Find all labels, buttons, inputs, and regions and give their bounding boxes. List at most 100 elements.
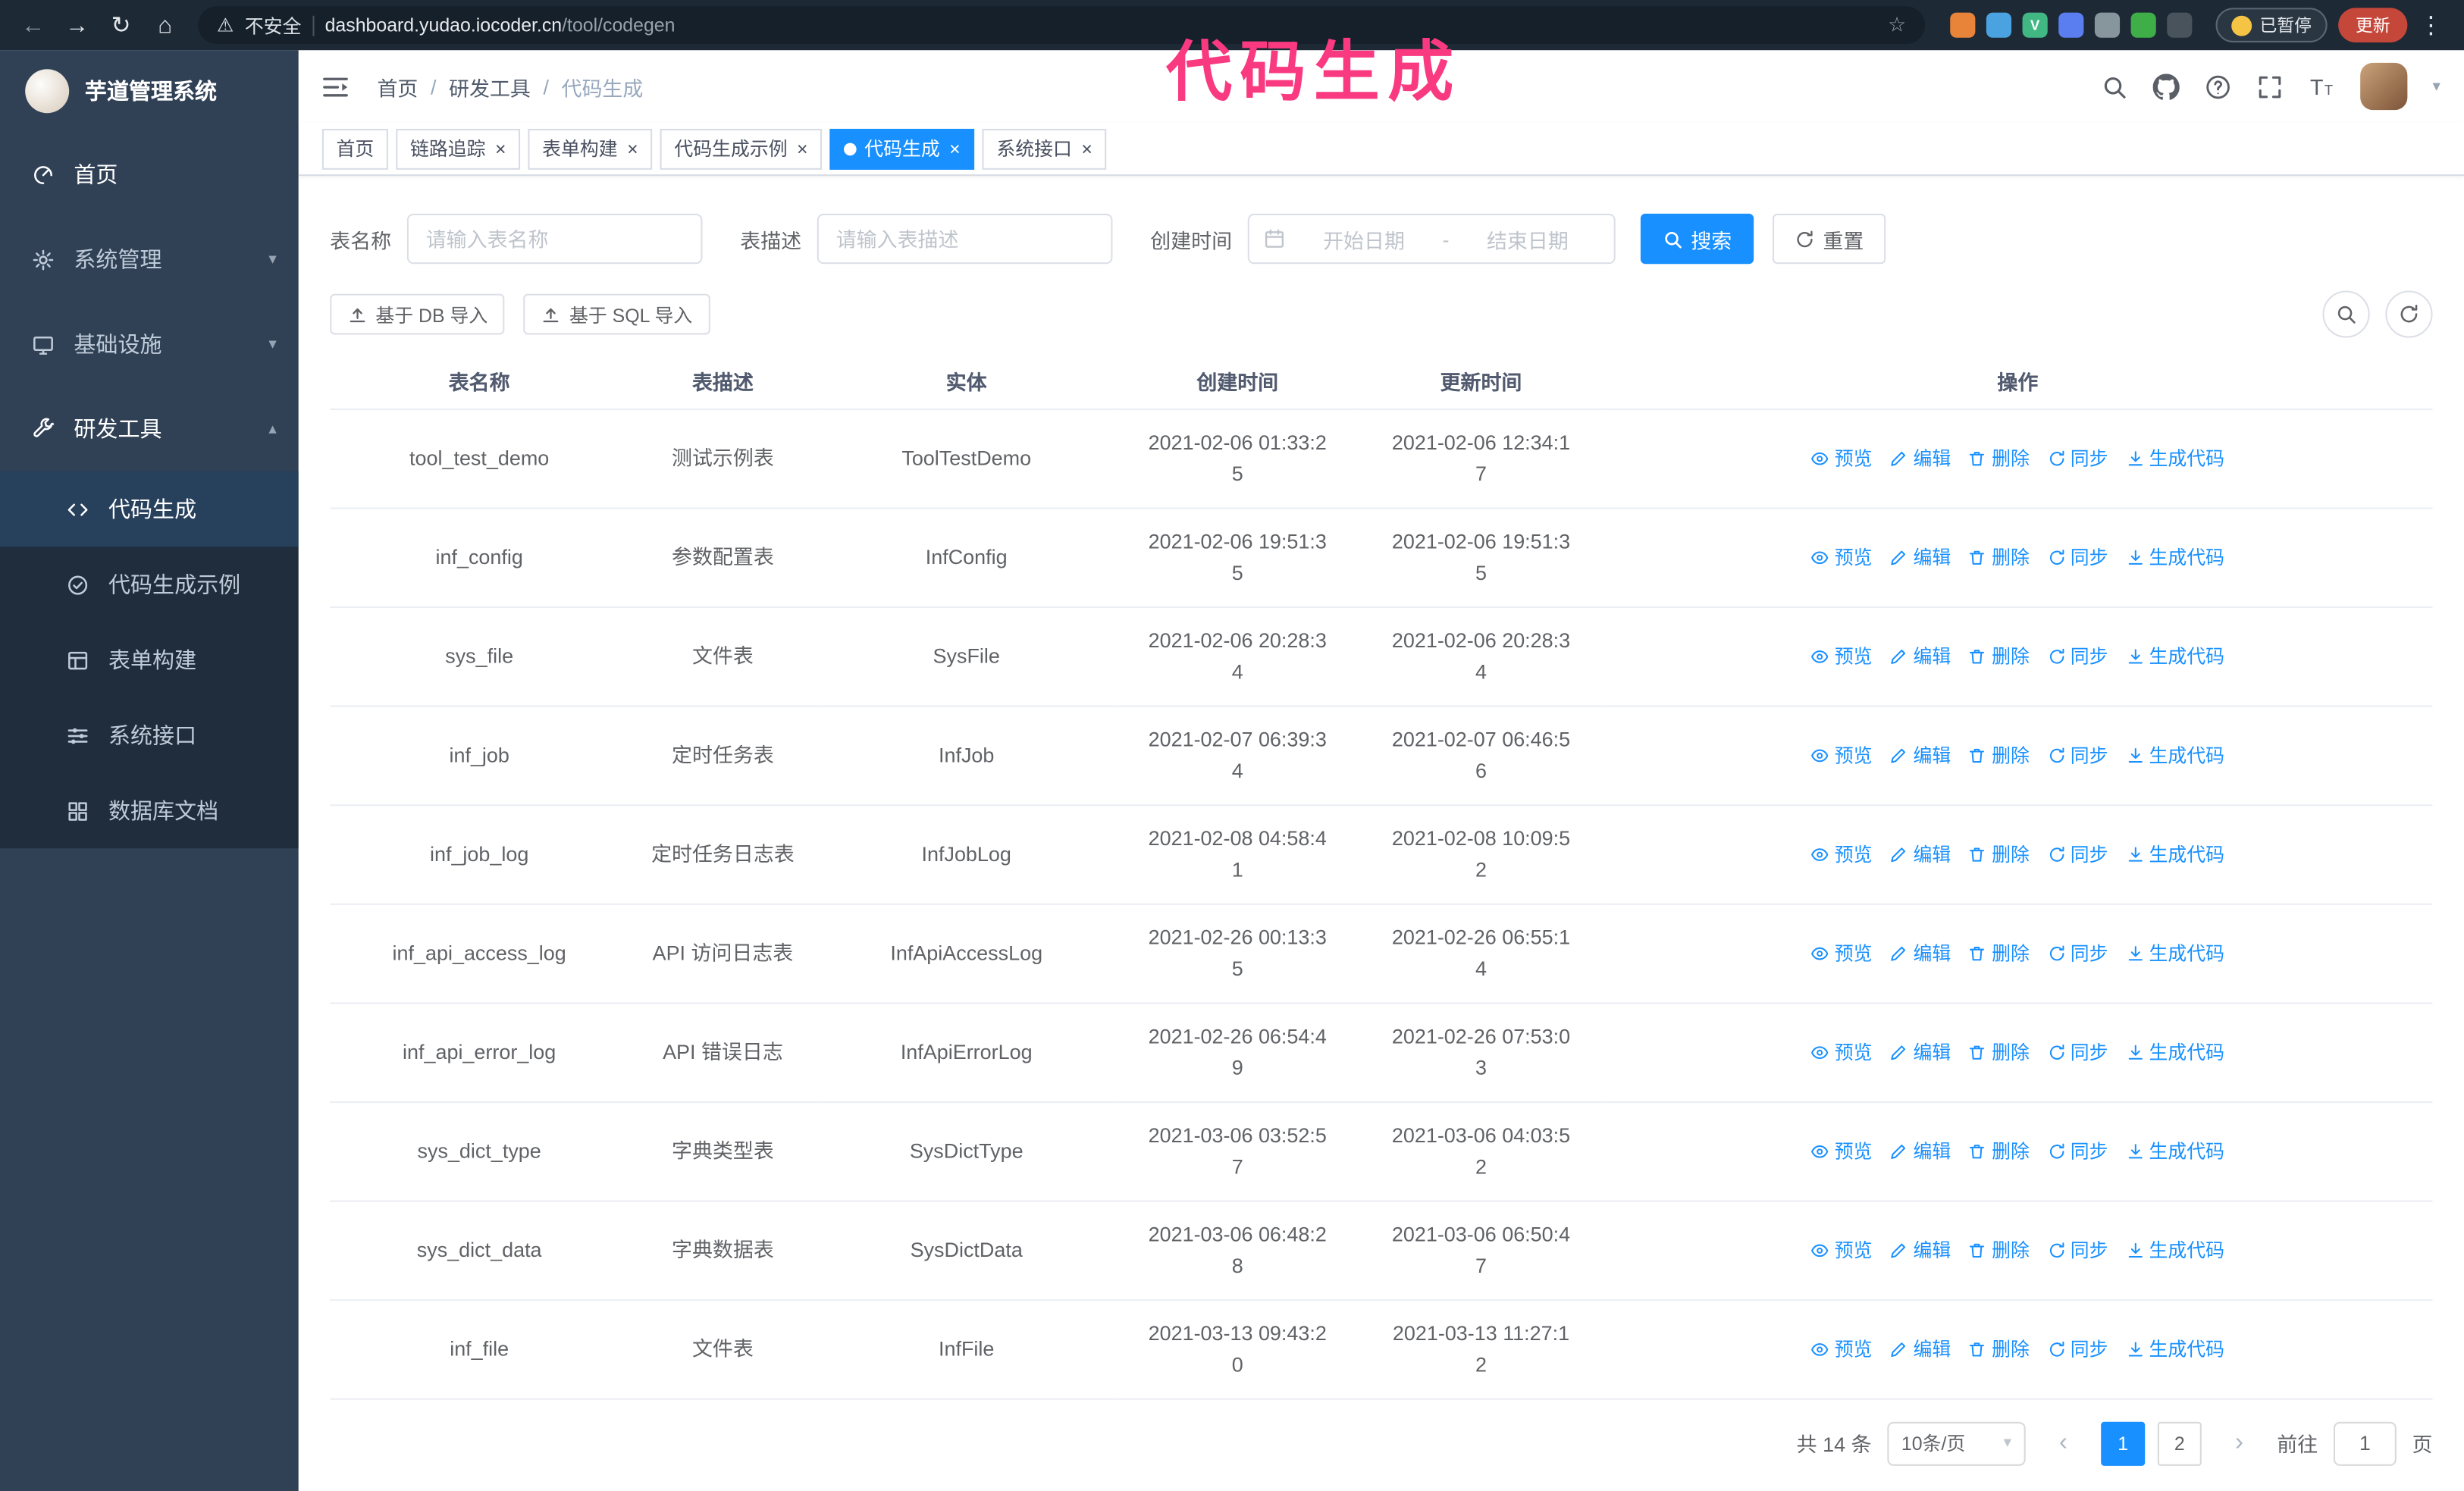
action-generate-link[interactable]: 生成代码 xyxy=(2125,739,2224,770)
toggle-search-button[interactable] xyxy=(2322,290,2370,338)
action-generate-link[interactable]: 生成代码 xyxy=(2125,1135,2224,1167)
action-generate-link[interactable]: 生成代码 xyxy=(2125,838,2224,869)
import-sql-button[interactable]: 基于 SQL 导入 xyxy=(523,293,710,335)
action-sync-link[interactable]: 同步 xyxy=(2047,1036,2108,1067)
action-sync-link[interactable]: 同步 xyxy=(2047,1333,2108,1364)
end-date-input[interactable]: 结束日期 xyxy=(1456,224,1600,253)
sidebar-subitem-api[interactable]: 系统接口 xyxy=(0,697,299,772)
extension-leaf-icon[interactable] xyxy=(2130,12,2156,38)
action-delete-link[interactable]: 删除 xyxy=(1968,541,2030,572)
action-preview-link[interactable]: 预览 xyxy=(1811,1333,1873,1364)
action-generate-link[interactable]: 生成代码 xyxy=(2125,541,2224,572)
browser-forward-icon[interactable]: → xyxy=(57,5,98,45)
extension-orange-icon[interactable] xyxy=(1950,12,1976,38)
action-edit-link[interactable]: 编辑 xyxy=(1889,838,1951,869)
page-size-select[interactable]: 10条/页 ▾ xyxy=(1887,1421,2026,1465)
action-delete-link[interactable]: 删除 xyxy=(1968,442,2030,473)
action-generate-link[interactable]: 生成代码 xyxy=(2125,641,2224,672)
action-sync-link[interactable]: 同步 xyxy=(2047,442,2108,473)
close-icon[interactable]: × xyxy=(1081,139,1092,158)
table-name-input[interactable] xyxy=(406,213,703,265)
action-delete-link[interactable]: 删除 xyxy=(1968,1135,2030,1167)
font-size-icon[interactable]: TT xyxy=(2309,73,2335,99)
action-edit-link[interactable]: 编辑 xyxy=(1889,1135,1951,1167)
action-delete-link[interactable]: 删除 xyxy=(1968,838,2030,869)
tab-home[interactable]: 首页 xyxy=(321,127,388,169)
action-delete-link[interactable]: 删除 xyxy=(1968,1234,2030,1265)
browser-back-icon[interactable]: ← xyxy=(13,5,54,45)
browser-reload-icon[interactable]: ↻ xyxy=(101,5,142,45)
page-button-1[interactable]: 1 xyxy=(2101,1421,2146,1465)
action-preview-link[interactable]: 预览 xyxy=(1811,442,1873,473)
action-edit-link[interactable]: 编辑 xyxy=(1889,641,1951,672)
extension-blue-drop-icon[interactable] xyxy=(1986,12,2012,38)
action-preview-link[interactable]: 预览 xyxy=(1811,1135,1873,1167)
action-sync-link[interactable]: 同步 xyxy=(2047,1135,2108,1167)
extension-puzzle-icon[interactable] xyxy=(2167,12,2193,38)
sidebar-subitem-codegen-demo[interactable]: 代码生成示例 xyxy=(0,547,299,622)
action-edit-link[interactable]: 编辑 xyxy=(1889,739,1951,770)
github-icon[interactable] xyxy=(2152,73,2180,99)
action-sync-link[interactable]: 同步 xyxy=(2047,541,2108,572)
action-generate-link[interactable]: 生成代码 xyxy=(2125,1234,2224,1265)
action-generate-link[interactable]: 生成代码 xyxy=(2125,442,2224,473)
prev-page-button[interactable]: ‹ xyxy=(2041,1421,2085,1465)
goto-page-input[interactable] xyxy=(2333,1421,2397,1465)
table-desc-input[interactable] xyxy=(817,213,1113,265)
action-sync-link[interactable]: 同步 xyxy=(2047,739,2108,770)
action-preview-link[interactable]: 预览 xyxy=(1811,838,1873,869)
action-delete-link[interactable]: 删除 xyxy=(1968,1036,2030,1067)
action-generate-link[interactable]: 生成代码 xyxy=(2125,1333,2224,1364)
action-preview-link[interactable]: 预览 xyxy=(1811,937,1873,968)
action-preview-link[interactable]: 预览 xyxy=(1811,1234,1873,1265)
close-icon[interactable]: × xyxy=(627,139,638,158)
action-preview-link[interactable]: 预览 xyxy=(1811,1036,1873,1067)
action-sync-link[interactable]: 同步 xyxy=(2047,1234,2108,1265)
page-button-2[interactable]: 2 xyxy=(2157,1421,2202,1465)
breadcrumb-item[interactable]: 首页 xyxy=(377,71,418,101)
close-icon[interactable]: × xyxy=(495,139,506,158)
action-preview-link[interactable]: 预览 xyxy=(1811,541,1873,572)
breadcrumb-item[interactable]: 研发工具 xyxy=(449,71,531,101)
import-db-button[interactable]: 基于 DB 导入 xyxy=(330,293,506,335)
close-icon[interactable]: × xyxy=(797,139,808,158)
action-delete-link[interactable]: 删除 xyxy=(1968,739,2030,770)
extension-vue-icon[interactable]: V xyxy=(2022,12,2048,38)
tab-codegen[interactable]: 代码生成 × xyxy=(829,127,975,169)
refresh-table-button[interactable] xyxy=(2385,290,2433,338)
browser-menu-icon[interactable]: ⋮ xyxy=(2411,5,2452,45)
app-logo[interactable]: 芋道管理系统 xyxy=(0,50,299,132)
close-icon[interactable]: × xyxy=(949,139,961,158)
action-edit-link[interactable]: 编辑 xyxy=(1889,442,1951,473)
sidebar-item-system[interactable]: 系统管理 ▾ xyxy=(0,217,299,302)
extension-people-icon[interactable] xyxy=(2058,12,2084,38)
help-icon[interactable] xyxy=(2205,73,2231,99)
start-date-input[interactable]: 开始日期 xyxy=(1292,224,1436,253)
fullscreen-icon[interactable] xyxy=(2256,73,2283,99)
bookmark-star-icon[interactable]: ☆ xyxy=(1888,13,1906,38)
action-generate-link[interactable]: 生成代码 xyxy=(2125,1036,2224,1067)
action-generate-link[interactable]: 生成代码 xyxy=(2125,937,2224,968)
sidebar-subitem-codegen[interactable]: 代码生成 xyxy=(0,471,299,547)
reset-button[interactable]: 重置 xyxy=(1773,213,1886,265)
sidebar-item-home[interactable]: 首页 xyxy=(0,132,299,217)
action-edit-link[interactable]: 编辑 xyxy=(1889,1333,1951,1364)
tab-api[interactable]: 系统接口 × xyxy=(982,127,1107,169)
action-edit-link[interactable]: 编辑 xyxy=(1889,1036,1951,1067)
tab-form-builder[interactable]: 表单构建 × xyxy=(528,127,653,169)
sidebar-item-devtools[interactable]: 研发工具 ▴ xyxy=(0,387,299,471)
action-edit-link[interactable]: 编辑 xyxy=(1889,541,1951,572)
browser-home-icon[interactable]: ⌂ xyxy=(145,5,186,45)
action-sync-link[interactable]: 同步 xyxy=(2047,937,2108,968)
sidebar-subitem-db-doc[interactable]: 数据库文档 xyxy=(0,773,299,848)
action-sync-link[interactable]: 同步 xyxy=(2047,641,2108,672)
search-icon[interactable] xyxy=(2101,73,2127,99)
action-preview-link[interactable]: 预览 xyxy=(1811,641,1873,672)
user-avatar[interactable] xyxy=(2360,62,2408,111)
search-button[interactable]: 搜索 xyxy=(1640,213,1754,265)
action-preview-link[interactable]: 预览 xyxy=(1811,739,1873,770)
browser-update-button[interactable]: 更新 xyxy=(2338,8,2408,42)
action-delete-link[interactable]: 删除 xyxy=(1968,937,2030,968)
extension-capture-icon[interactable] xyxy=(2094,12,2121,38)
action-sync-link[interactable]: 同步 xyxy=(2047,838,2108,869)
